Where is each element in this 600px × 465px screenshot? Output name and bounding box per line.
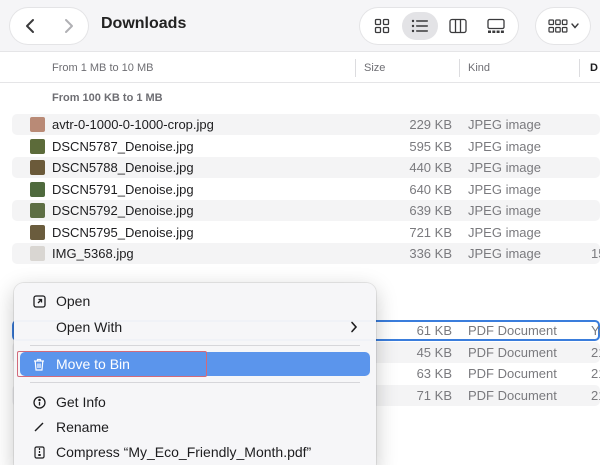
file-name: DSCN5788_Denoise.jpg: [52, 160, 194, 175]
file-row[interactable]: IMG_5368.jpg 336 KB JPEG image 15: [12, 243, 600, 264]
back-button[interactable]: [10, 8, 49, 44]
file-name: DSCN5795_Denoise.jpg: [52, 224, 194, 240]
column-kind-header[interactable]: Kind: [468, 62, 490, 74]
file-kind: JPEG image: [468, 203, 541, 218]
file-size: 61 KB: [416, 323, 452, 338]
file-date: 21: [591, 387, 600, 403]
file-row[interactable]: DSCN5788_Denoise.jpg 440 KB JPEG image: [12, 157, 600, 178]
chevron-right-icon: [350, 320, 358, 336]
column-header: From 1 MB to 10 MB Size Kind D: [0, 53, 600, 83]
file-kind: PDF Document: [468, 344, 557, 360]
list-view-button[interactable]: [402, 12, 438, 40]
file-kind: PDF Document: [468, 387, 557, 403]
file-size: 45 KB: [416, 344, 452, 360]
image-thumbnail-icon: [30, 224, 45, 240]
gallery-view-button[interactable]: [478, 12, 514, 40]
menu-item-rename[interactable]: Rename: [20, 415, 370, 439]
forward-button[interactable]: [49, 8, 88, 44]
image-thumbnail-icon: [30, 181, 45, 197]
info-icon: [32, 395, 46, 409]
pencil-icon: [32, 420, 46, 434]
image-thumbnail-icon: [30, 117, 45, 132]
group-by-icon: [547, 19, 567, 33]
file-size: 639 KB: [409, 203, 452, 218]
icon-view-button[interactable]: [364, 12, 400, 40]
annotation-highlight-box: [17, 351, 207, 377]
file-date: 21: [591, 344, 600, 360]
archive-icon: [32, 445, 46, 459]
file-row[interactable]: avtr-0-1000-0-1000-crop.jpg 229 KB JPEG im…: [12, 114, 600, 135]
file-kind: JPEG image: [468, 160, 541, 175]
file-kind: JPEG image: [468, 246, 541, 261]
column-divider[interactable]: [579, 59, 580, 77]
column-date-header[interactable]: D: [590, 62, 598, 74]
toolbar: Downloads: [0, 0, 600, 52]
gallery-icon: [487, 18, 505, 33]
window-title: Downloads: [101, 15, 187, 32]
file-size: 721 KB: [409, 224, 452, 240]
columns-icon: [449, 18, 467, 34]
view-switcher: [360, 8, 518, 44]
chevron-right-icon: [64, 19, 73, 33]
file-size: 336 KB: [409, 246, 452, 261]
file-row[interactable]: DSCN5791_Denoise.jpg 640 KB JPEG image: [12, 179, 600, 200]
column-size-header[interactable]: Size: [364, 62, 385, 74]
file-name: avtr-0-1000-0-1000-crop.jpg: [52, 117, 214, 132]
file-kind: JPEG image: [468, 138, 541, 154]
file-name: DSCN5787_Denoise.jpg: [52, 138, 194, 154]
menu-item-open-with[interactable]: Open With: [20, 315, 370, 339]
grid-icon: [374, 18, 390, 34]
column-name-header[interactable]: From 1 MB to 10 MB: [52, 62, 153, 74]
navigation-group: [10, 8, 88, 44]
image-thumbnail-icon: [30, 160, 45, 175]
file-date: 21: [591, 366, 600, 381]
chevron-down-icon: [570, 23, 579, 29]
file-kind: JPEG image: [468, 181, 541, 197]
image-thumbnail-icon: [30, 203, 45, 218]
column-divider[interactable]: [355, 59, 356, 77]
section-header: From 100 KB to 1 MB: [52, 92, 163, 104]
menu-item-open[interactable]: Open: [20, 289, 370, 313]
file-name: IMG_5368.jpg: [52, 246, 134, 261]
column-view-button[interactable]: [440, 12, 476, 40]
file-size: 71 KB: [416, 387, 452, 403]
column-divider[interactable]: [459, 59, 460, 77]
file-kind: PDF Document: [468, 366, 557, 381]
file-size: 595 KB: [409, 138, 452, 154]
chevron-left-icon: [25, 19, 34, 33]
menu-divider: [30, 345, 360, 346]
image-thumbnail-icon: [30, 246, 45, 261]
file-row[interactable]: DSCN5792_Denoise.jpg 639 KB JPEG image: [12, 200, 600, 221]
open-icon: [32, 294, 46, 308]
file-row[interactable]: DSCN5795_Denoise.jpg 721 KB JPEG image: [12, 222, 600, 243]
list-icon: [411, 19, 428, 33]
file-date: Ye: [591, 323, 600, 338]
file-size: 440 KB: [409, 160, 452, 175]
group-by-button[interactable]: [536, 8, 590, 44]
menu-item-get-info[interactable]: Get Info: [20, 390, 370, 414]
file-size: 63 KB: [416, 366, 452, 381]
file-kind: PDF Document: [468, 323, 557, 338]
file-size: 229 KB: [409, 117, 452, 132]
menu-divider: [30, 382, 360, 383]
image-thumbnail-icon: [30, 138, 45, 154]
file-date: 15: [591, 246, 600, 261]
file-name: DSCN5791_Denoise.jpg: [52, 181, 194, 197]
menu-item-compress[interactable]: Compress “My_Eco_Friendly_Month.pdf”: [20, 440, 370, 464]
file-name: DSCN5792_Denoise.jpg: [52, 203, 194, 218]
file-row[interactable]: DSCN5787_Denoise.jpg 595 KB JPEG image: [12, 136, 600, 157]
file-size: 640 KB: [409, 181, 452, 197]
file-kind: JPEG image: [468, 117, 541, 132]
file-kind: JPEG image: [468, 224, 541, 240]
